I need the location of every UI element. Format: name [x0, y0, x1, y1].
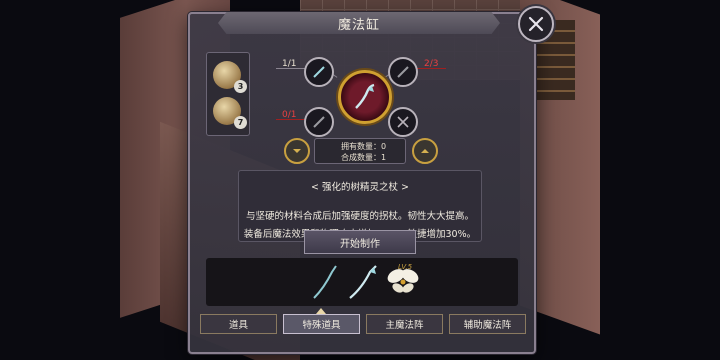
ingredient-slot-empty[interactable]: [388, 107, 418, 137]
start-crafting-button[interactable]: 开始制作: [304, 230, 416, 254]
ratio-top-left: 1/1: [282, 59, 297, 69]
quantity-info: 拥有数量：0 合成数量：1: [314, 138, 406, 164]
category-tabs: 道具 特殊道具 主魔法阵 辅助魔法阵: [200, 314, 526, 334]
ingredient-count: 3: [234, 80, 247, 93]
ratio-left: 0/1: [282, 110, 297, 120]
pouch-icon[interactable]: 7: [213, 97, 247, 129]
ingredient-slot-top-left[interactable]: [304, 57, 334, 87]
staff-icon: [355, 83, 375, 109]
chevron-down-icon: [293, 149, 301, 153]
close-icon: [528, 16, 544, 32]
ingredient-slot-left[interactable]: [304, 107, 334, 137]
blade-icon: [313, 116, 325, 128]
blade-icon: [397, 66, 409, 78]
tab-support-magic-circle[interactable]: 辅助魔法阵: [449, 314, 526, 334]
cloth-bag-icon[interactable]: 3: [213, 61, 247, 93]
tab-items[interactable]: 道具: [200, 314, 277, 334]
panel-title: 魔法缸: [218, 12, 500, 34]
chevron-up-icon: [421, 149, 429, 153]
item-desc-line: 与坚硬的材料合成后加强硬度的拐杖。韧性大大提高。: [245, 211, 474, 222]
item-name: < 强化的树精灵之杖 >: [311, 182, 409, 193]
ratio-top-right: 2/3: [424, 59, 439, 69]
close-button[interactable]: [518, 6, 554, 42]
craft-quantity: 合成数量：1: [341, 153, 387, 162]
ingredient-count: 7: [234, 116, 247, 129]
scroll-up-button[interactable]: [412, 138, 438, 164]
blade-icon: [313, 66, 325, 78]
level-badge: LV.5: [398, 263, 413, 271]
craft-result-slot[interactable]: [338, 70, 392, 124]
ingredient-slot-top-right[interactable]: [388, 57, 418, 87]
tab-main-magic-circle[interactable]: 主魔法阵: [366, 314, 443, 334]
ingredient-list: 3 7: [206, 52, 250, 136]
staff-icon[interactable]: [346, 262, 380, 302]
owned-quantity: 拥有数量：0: [341, 142, 387, 151]
craftable-items-strip: [206, 258, 518, 306]
tab-special-items[interactable]: 特殊道具: [283, 314, 360, 334]
dagger-icon[interactable]: [310, 262, 340, 302]
scroll-down-button[interactable]: [284, 138, 310, 164]
cross-icon: [397, 116, 409, 128]
